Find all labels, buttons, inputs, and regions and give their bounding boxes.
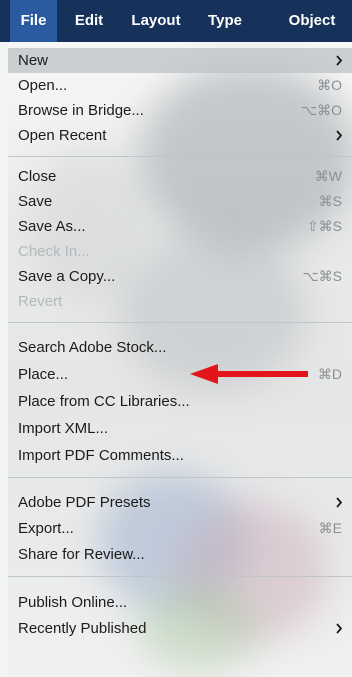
menu-file[interactable]: File [10, 0, 57, 42]
menu-item-label: Save a Copy... [18, 268, 116, 285]
chevron-right-icon [336, 55, 343, 66]
menu-item-export[interactable]: Export... ⌘E [8, 516, 352, 541]
menu-item-label: Adobe PDF Presets [18, 494, 151, 511]
menu-item-shortcut: ⌘S [318, 193, 342, 209]
menu-item-import-pdf-comments[interactable]: Import PDF Comments... [8, 443, 352, 468]
menu-item-new[interactable]: New [8, 48, 352, 73]
menu-item-import-xml[interactable]: Import XML... [8, 416, 352, 441]
menu-edit[interactable]: Edit [71, 0, 107, 42]
chevron-right-icon [336, 623, 343, 634]
menu-item-label: Recently Published [18, 620, 147, 637]
menu-separator [8, 322, 352, 323]
menu-separator [8, 156, 352, 157]
menu-item-place-from-cc-libraries[interactable]: Place from CC Libraries... [8, 389, 352, 414]
menu-item-publish-online[interactable]: Publish Online... [8, 590, 352, 615]
menu-item-open[interactable]: Open... ⌘O [8, 73, 352, 98]
menu-item-shortcut: ⌥⌘S [302, 268, 342, 284]
menu-item-label: Publish Online... [18, 594, 128, 611]
menu-item-label: Revert [18, 293, 63, 310]
menu-separator [8, 477, 352, 478]
chevron-right-icon [336, 130, 343, 141]
menu-item-label: Check In... [18, 243, 90, 260]
menu-item-label: Import PDF Comments... [18, 447, 184, 464]
menu-item-label: Import XML... [18, 420, 109, 437]
menu-item-label: Open Recent [18, 127, 107, 144]
red-arrow-icon [190, 364, 308, 384]
menu-item-label: Place... [18, 366, 69, 383]
menu-type[interactable]: Type [202, 0, 248, 42]
menu-item-shortcut: ⌘D [317, 366, 342, 382]
menu-item-share-for-review[interactable]: Share for Review... [8, 542, 352, 567]
menu-item-shortcut: ⌘W [314, 168, 342, 184]
chevron-right-icon [336, 497, 343, 508]
menu-item-save[interactable]: Save ⌘S [8, 189, 352, 214]
menu-item-label: Place from CC Libraries... [18, 393, 190, 410]
menu-item-label: Open... [18, 77, 68, 94]
menu-item-label: Search Adobe Stock... [18, 339, 167, 356]
menu-item-label: Save As... [18, 218, 86, 235]
menu-item-shortcut: ⇧⌘S [306, 218, 342, 234]
menu-item-save-a-copy[interactable]: Save a Copy... ⌥⌘S [8, 264, 352, 289]
menu-object[interactable]: Object [280, 0, 344, 42]
menu-item-save-as[interactable]: Save As... ⇧⌘S [8, 214, 352, 239]
menu-layout[interactable]: Layout [124, 0, 188, 42]
menu-item-search-adobe-stock[interactable]: Search Adobe Stock... [8, 335, 352, 360]
menu-item-shortcut: ⌘E [318, 520, 342, 536]
menu-item-open-recent[interactable]: Open Recent [8, 123, 352, 148]
menu-item-browse-in-bridge[interactable]: Browse in Bridge... ⌥⌘O [8, 98, 352, 123]
file-menu-dropdown: New Open... ⌘O Browse in Bridge... ⌥⌘O O… [8, 42, 352, 677]
menu-item-label: Share for Review... [18, 546, 145, 563]
menu-item-label: Browse in Bridge... [18, 102, 144, 119]
menu-item-check-in: Check In... [8, 239, 352, 264]
menu-item-revert: Revert [8, 289, 352, 314]
menu-item-label: Save [18, 193, 53, 210]
menu-item-close[interactable]: Close ⌘W [8, 164, 352, 189]
menu-bar: File Edit Layout Type Object [0, 0, 352, 42]
menu-separator [8, 576, 352, 577]
menu-item-shortcut: ⌘O [317, 77, 342, 93]
menu-item-label: Close [18, 168, 57, 185]
menu-item-label: New [18, 52, 49, 69]
menu-item-recently-published[interactable]: Recently Published [8, 616, 352, 641]
menu-item-adobe-pdf-presets[interactable]: Adobe PDF Presets [8, 490, 352, 515]
menu-item-label: Export... [18, 520, 74, 537]
menu-item-shortcut: ⌥⌘O [300, 102, 342, 118]
